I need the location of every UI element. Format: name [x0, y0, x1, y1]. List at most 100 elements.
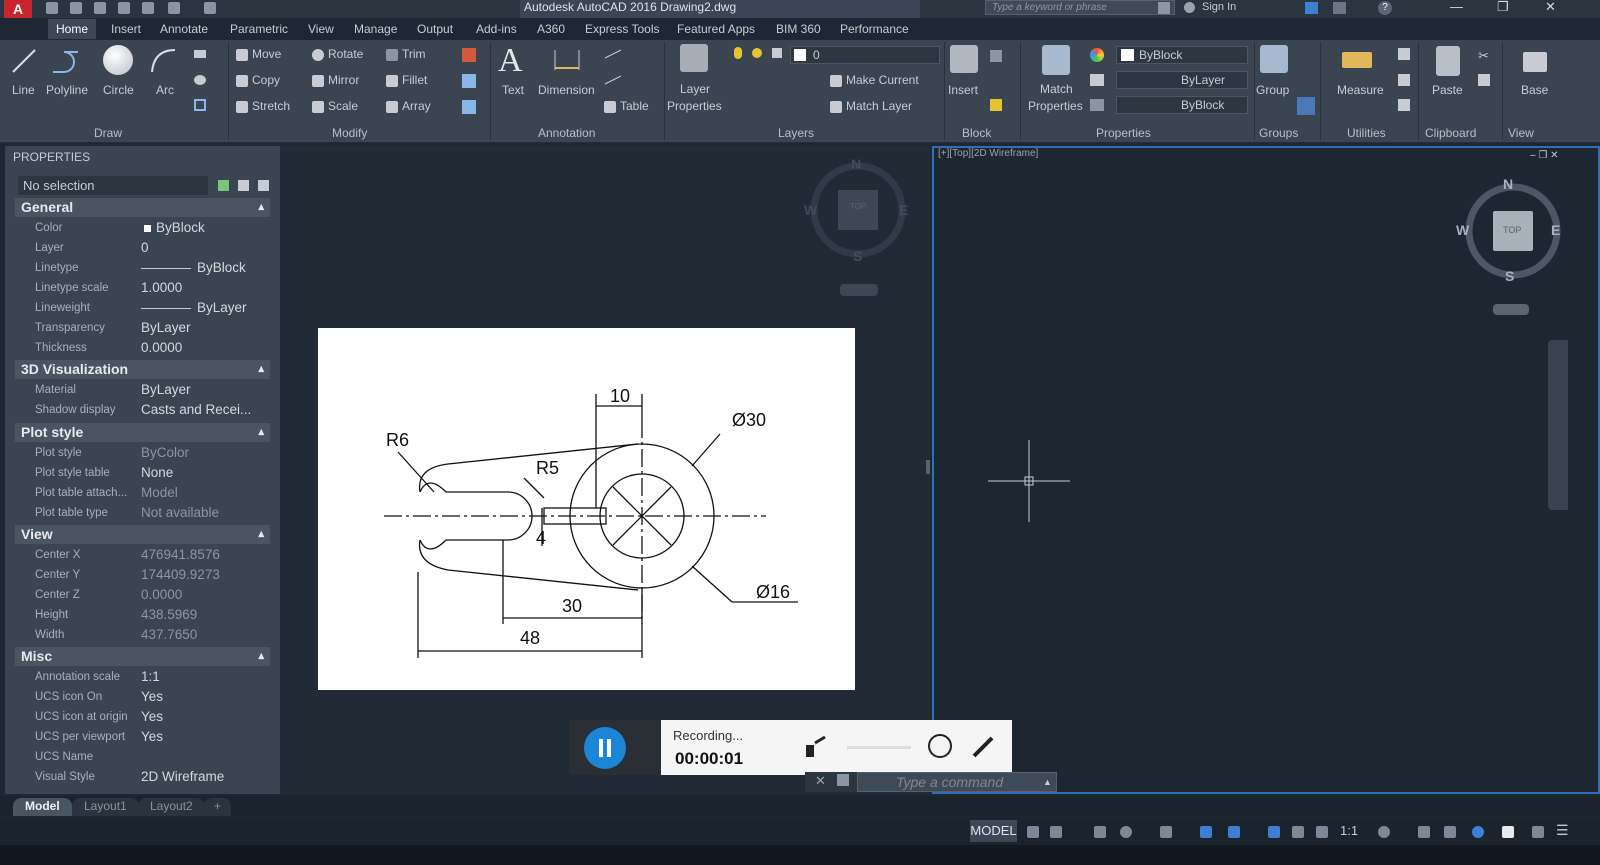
hardware-acceleration-icon[interactable]	[1502, 826, 1514, 838]
cut-icon[interactable]: ✂	[1478, 48, 1490, 63]
multileader-icon[interactable]	[603, 74, 623, 86]
section-header-plot-style[interactable]: Plot style ▴	[15, 423, 270, 442]
open-file-icon[interactable]	[70, 2, 82, 14]
osnap-tracking-icon[interactable]	[1160, 826, 1172, 838]
undo-icon[interactable]	[168, 2, 180, 14]
save-icon[interactable]	[94, 2, 106, 14]
collapse-icon[interactable]: ▴	[258, 198, 264, 217]
tab-bim360[interactable]: BIM 360	[776, 22, 821, 36]
close-command-line-icon[interactable]: ✕	[815, 773, 826, 789]
isodraft-icon[interactable]	[1200, 826, 1212, 838]
block-panel-label[interactable]: Block	[962, 126, 991, 140]
property-value-cell[interactable]: ByLayer	[141, 320, 191, 335]
groups-panel-label[interactable]: Groups	[1259, 126, 1298, 140]
tab-performance[interactable]: Performance	[840, 22, 909, 36]
match-properties-label-1[interactable]: Match	[1040, 82, 1073, 96]
collapse-icon[interactable]: ▴	[258, 525, 264, 544]
trim-button[interactable]: Trim	[386, 47, 426, 61]
base-button[interactable]: Base	[1521, 83, 1548, 97]
object-color-icon[interactable]	[1090, 48, 1104, 62]
modify-panel-label[interactable]: Modify	[332, 126, 367, 140]
match-layer-button[interactable]: Match Layer	[830, 99, 912, 113]
pause-recording-button[interactable]	[584, 727, 626, 769]
layer-properties-label-2[interactable]: Properties	[667, 99, 722, 113]
clean-screen-icon[interactable]	[1532, 826, 1544, 838]
polar-icon[interactable]	[1120, 826, 1132, 838]
redo-icon[interactable]	[204, 2, 216, 14]
new-layout-button[interactable]: +	[204, 798, 232, 816]
volume-slider[interactable]	[847, 746, 911, 749]
grid-icon[interactable]	[1027, 826, 1039, 838]
annotation-panel-label[interactable]: Annotation	[538, 126, 595, 140]
insert-button[interactable]: Insert	[948, 83, 978, 97]
layer-properties-label-1[interactable]: Layer	[680, 82, 710, 96]
circle-button[interactable]: Circle	[103, 83, 134, 97]
collapse-icon[interactable]: ▴	[258, 647, 264, 666]
tab-layout1[interactable]: Layout1	[72, 798, 139, 816]
section-header-3d-visualization[interactable]: 3D Visualization ▴	[15, 360, 270, 379]
match-properties-label-2[interactable]: Properties	[1028, 99, 1083, 113]
match-properties-icon[interactable]	[1042, 45, 1070, 75]
scale-button[interactable]: Scale	[312, 99, 358, 113]
collapse-icon[interactable]: ▴	[258, 360, 264, 379]
copy-button[interactable]: Copy	[236, 73, 280, 87]
model-space-button[interactable]: MODEL	[970, 820, 1017, 842]
plot-icon[interactable]	[142, 2, 154, 14]
copy-clip-icon[interactable]	[1478, 74, 1490, 86]
paste-icon[interactable]	[1436, 46, 1460, 76]
insert-icon[interactable]	[950, 45, 978, 73]
circle-icon[interactable]	[103, 45, 133, 75]
sign-in-button[interactable]: Sign In	[1202, 0, 1236, 14]
tab-output[interactable]: Output	[417, 22, 453, 36]
viewcube-top-face-right[interactable]: TOP	[1503, 225, 1521, 235]
tab-view[interactable]: View	[308, 22, 334, 36]
clipboard-panel-label[interactable]: Clipboard	[1425, 126, 1476, 140]
section-header-general[interactable]: General ▴	[15, 198, 270, 217]
property-value-cell[interactable]: 174409.9273	[141, 567, 220, 582]
color-dropdown[interactable]: ByBlock	[1116, 46, 1248, 64]
layer-tools-row-2[interactable]	[734, 100, 824, 114]
tab-home[interactable]: Home	[48, 19, 97, 39]
group-button[interactable]: Group	[1256, 83, 1289, 97]
property-value-cell[interactable]: Model	[141, 485, 178, 500]
text-button[interactable]: Text	[502, 83, 524, 97]
property-value-cell[interactable]: 438.5969	[141, 607, 197, 622]
viewport-restore-controls[interactable]: – ❐ ✕	[1530, 150, 1558, 161]
property-value-cell[interactable]: 1.0000	[141, 280, 182, 295]
measure-button[interactable]: Measure	[1337, 83, 1384, 97]
polyline-button[interactable]: Polyline	[46, 83, 88, 97]
quick-calc-icon[interactable]	[1398, 48, 1410, 60]
property-value-cell[interactable]: ByLayer	[141, 300, 247, 315]
collapse-icon[interactable]: ▴	[258, 423, 264, 442]
explode-icon[interactable]	[462, 74, 476, 88]
lineweight-icon[interactable]	[1090, 99, 1104, 111]
property-value-cell[interactable]: 437.7650	[141, 627, 197, 642]
tab-a360[interactable]: A360	[537, 22, 565, 36]
auto-scale-icon[interactable]	[1292, 826, 1304, 838]
tab-insert[interactable]: Insert	[111, 22, 141, 36]
move-button[interactable]: Move	[236, 47, 281, 61]
rotate-button[interactable]: Rotate	[312, 47, 363, 61]
tab-manage[interactable]: Manage	[354, 22, 397, 36]
layer-properties-icon[interactable]	[680, 44, 708, 72]
annotation-scale-value[interactable]: 1:1	[1340, 823, 1358, 838]
pen-icon[interactable]	[970, 734, 996, 760]
webcam-icon[interactable]	[928, 734, 952, 758]
view-panel-label[interactable]: View	[1508, 126, 1534, 140]
linetype-icon[interactable]	[1090, 74, 1104, 86]
make-current-button[interactable]: Make Current	[830, 73, 919, 87]
search-input[interactable]: Type a keyword or phrase	[985, 0, 1175, 15]
close-icon[interactable]: ✕	[1545, 0, 1556, 14]
erase-icon[interactable]	[462, 48, 476, 62]
line-icon[interactable]	[10, 46, 38, 76]
lineweight-dropdown[interactable]: ByBlock	[1116, 96, 1248, 114]
property-value-cell[interactable]: ByBlock	[144, 220, 205, 235]
edit-block-icon[interactable]	[990, 99, 1002, 111]
create-block-icon[interactable]	[990, 50, 1002, 62]
layer-unlock-icon[interactable]	[772, 48, 782, 58]
annotation-visibility-icon[interactable]	[1268, 826, 1280, 838]
measure-icon[interactable]	[1342, 52, 1372, 68]
property-value-cell[interactable]: Casts and Recei...	[141, 402, 251, 417]
mirror-button[interactable]: Mirror	[312, 73, 359, 87]
command-input[interactable]: Type a command	[857, 772, 1057, 792]
